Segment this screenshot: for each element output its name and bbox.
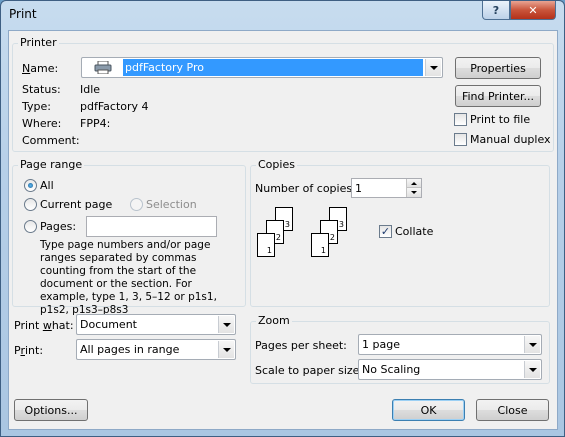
ok-button-label: OK <box>420 403 437 417</box>
collate-page-1a: 1 <box>257 233 275 257</box>
chevron-down-icon[interactable] <box>425 59 441 76</box>
close-button[interactable]: Close <box>476 399 549 421</box>
dialog-body: Printer Name: pdfFactory Pro Status: Idl… <box>8 30 558 430</box>
pages-per-sheet-label: Pages per sheet: <box>255 339 347 352</box>
properties-button[interactable]: Properties <box>455 57 541 79</box>
find-printer-button-label: Find Printer... <box>461 89 535 103</box>
page-range-help: Type page numbers and/or page ranges sep… <box>40 239 217 316</box>
collate-label: Collate <box>395 225 434 238</box>
copies-value: 1 <box>355 182 362 195</box>
options-button[interactable]: Options... <box>14 399 88 421</box>
collate-page-1b: 1 <box>311 233 329 257</box>
type-value: pdfFactory 4 <box>80 100 149 113</box>
spin-up-icon[interactable] <box>406 179 421 188</box>
copies-label: Copies <box>256 158 297 171</box>
name-label: Name: <box>22 62 59 75</box>
manual-duplex-label: Manual duplex <box>470 133 551 146</box>
zoom-label: Zoom <box>256 314 292 327</box>
print-dialog: Print ? ✕ Printer Name: pdfFactory Pro S… <box>0 0 565 437</box>
page-range-label: Page range <box>18 158 85 171</box>
window-title: Print <box>9 7 37 21</box>
properties-button-label: Properties <box>470 61 526 75</box>
printer-icon <box>94 60 112 75</box>
close-button-label: Close <box>497 403 528 417</box>
status-value: Idle <box>80 83 101 96</box>
selection-label: Selection <box>146 198 197 211</box>
printer-group-label: Printer <box>18 36 59 49</box>
print-what-label: Print what: <box>14 319 74 332</box>
print-what-select[interactable]: Document <box>76 314 236 335</box>
scale-value: No Scaling <box>362 363 421 376</box>
spin-down-icon[interactable] <box>406 188 421 197</box>
scale-select[interactable]: No Scaling <box>358 359 542 380</box>
help-button[interactable]: ? <box>482 1 510 20</box>
pages-radio[interactable] <box>24 220 37 233</box>
print-select[interactable]: All pages in range <box>76 339 236 360</box>
pages-input[interactable] <box>86 216 217 237</box>
print-to-file-checkbox[interactable] <box>454 113 467 126</box>
close-window-button[interactable]: ✕ <box>510 1 556 20</box>
find-printer-button[interactable]: Find Printer... <box>455 85 541 107</box>
selection-radio[interactable] <box>130 198 143 211</box>
pages-per-sheet-select[interactable]: 1 page <box>358 334 542 355</box>
where-label: Where: <box>22 117 62 130</box>
options-button-label: Options... <box>24 403 78 417</box>
current-page-radio[interactable] <box>24 198 37 211</box>
print-label: Print: <box>14 344 44 357</box>
chevron-down-icon[interactable] <box>524 361 540 378</box>
current-page-label: Current page <box>40 198 113 211</box>
print-what-value: Document <box>80 318 137 331</box>
manual-duplex-checkbox[interactable] <box>454 133 467 146</box>
chevron-down-icon[interactable] <box>218 341 234 358</box>
all-radio-label: All <box>40 179 54 192</box>
pages-per-sheet-value: 1 page <box>362 338 400 351</box>
printer-name-value: pdfFactory Pro <box>125 61 204 74</box>
title-bar[interactable]: Print ? ✕ <box>1 1 564 29</box>
chevron-down-icon[interactable] <box>524 336 540 353</box>
status-label: Status: <box>22 83 61 96</box>
where-value: FPP4: <box>80 117 111 130</box>
pages-label: Pages: <box>40 220 77 233</box>
chevron-down-icon[interactable] <box>218 316 234 333</box>
ok-button[interactable]: OK <box>392 399 465 421</box>
scale-label: Scale to paper size: <box>255 364 364 377</box>
printer-name-select[interactable]: pdfFactory Pro <box>81 57 443 78</box>
print-to-file-label: Print to file <box>470 113 531 126</box>
all-radio[interactable] <box>24 179 37 192</box>
number-of-copies-label: Number of copies: <box>255 182 356 195</box>
comment-label: Comment: <box>22 134 80 147</box>
type-label: Type: <box>22 100 51 113</box>
print-value: All pages in range <box>80 343 180 356</box>
collate-checkbox[interactable]: ✓ <box>379 225 392 238</box>
copies-stepper[interactable]: 1 <box>351 178 422 198</box>
